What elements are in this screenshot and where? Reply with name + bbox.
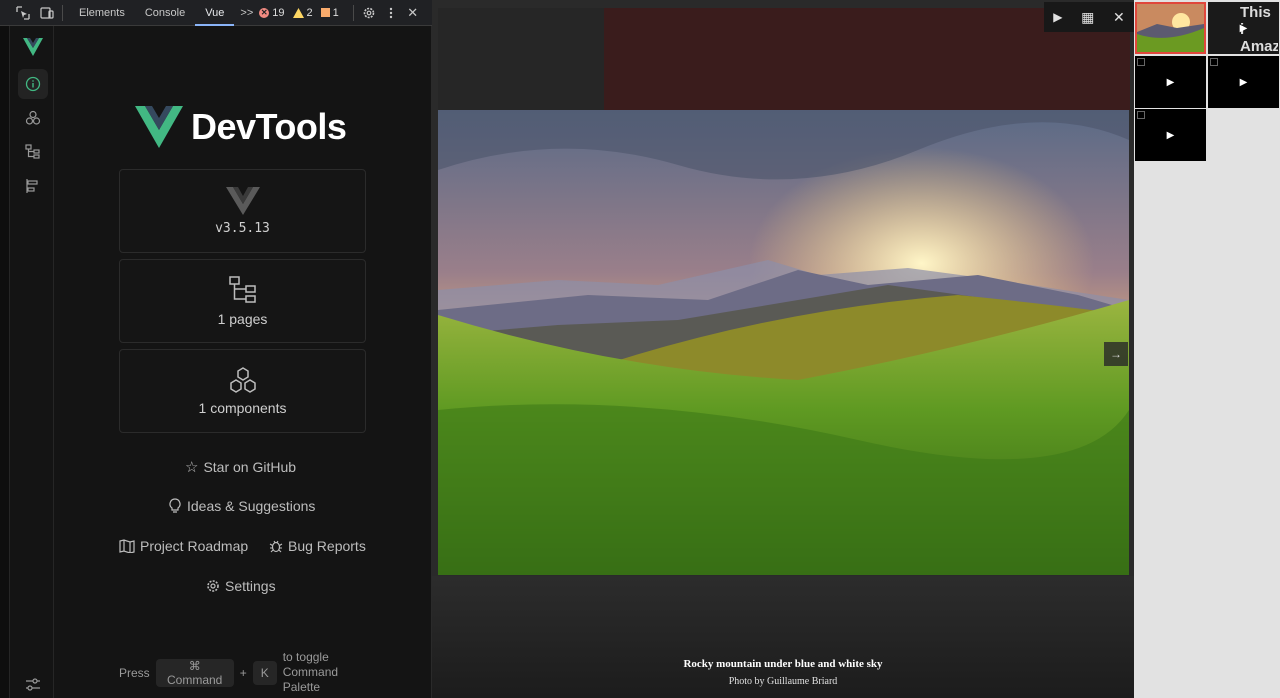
map-icon <box>119 539 135 553</box>
toggle-hint: to toggle Command Palette <box>282 650 339 694</box>
image-viewer: ▶ ▦ ✕ → Rocky mountain under blue and wh… <box>432 0 1134 698</box>
vue-logo-gray-icon <box>225 186 260 215</box>
command-key-label: Command <box>167 672 223 687</box>
main-photo <box>438 110 1129 575</box>
settings-sliders-icon[interactable] <box>18 670 48 698</box>
bug-reports-label: Bug Reports <box>288 538 366 554</box>
components-count: 1 components <box>198 400 287 416</box>
more-tabs-button[interactable]: >> <box>234 0 259 26</box>
thumbnail-mountain[interactable] <box>1135 2 1206 54</box>
pages-tree-icon[interactable] <box>18 137 48 167</box>
devtools-panel: Elements Console Vue >> ✕ 19 2 1 ✕ DevTo… <box>0 0 432 698</box>
star-on-github-link[interactable]: ☆ Star on GitHub <box>185 458 296 476</box>
vue-overview: DevTools v3.5.13 1 pages 1 components ☆ … <box>55 26 431 698</box>
overview-info-icon[interactable] <box>18 69 48 99</box>
play-icon: ▶ <box>1239 76 1248 88</box>
press-label: Press <box>119 665 150 680</box>
left-edge-strip <box>0 26 10 698</box>
k-key: K <box>252 660 277 685</box>
ideas-suggestions-label: Ideas & Suggestions <box>187 498 316 514</box>
components-icon[interactable] <box>18 103 48 133</box>
vue-sidebar <box>10 26 54 698</box>
close-devtools-icon[interactable]: ✕ <box>404 4 422 22</box>
viewer-toolbar: ▶ ▦ ✕ <box>1044 2 1134 32</box>
broken-image-icon <box>1137 111 1145 119</box>
settings-link[interactable]: Settings <box>206 578 276 594</box>
play-icon: ▶ <box>1239 22 1248 34</box>
lightbulb-icon <box>169 498 181 513</box>
project-roadmap-link[interactable]: Project Roadmap <box>119 538 248 554</box>
device-toolbar-icon[interactable] <box>38 4 56 22</box>
close-viewer-icon[interactable]: ✕ <box>1113 9 1125 26</box>
thumbnail-video-amazing[interactable]: This i Amazi ▶ <box>1208 2 1279 54</box>
project-roadmap-label: Project Roadmap <box>140 538 249 554</box>
error-count-badge[interactable]: ✕ 19 <box>259 6 285 19</box>
error-icon: ✕ <box>259 7 270 18</box>
components-card[interactable]: 1 components <box>119 349 366 433</box>
thumbnail-grid: This i Amazi ▶ ▶ ▶ ▶ <box>1134 0 1280 698</box>
devtools-logo: DevTools <box>135 106 347 148</box>
command-palette-hint: Press ⌘ Command + K to toggle Command Pa… <box>119 650 347 695</box>
broken-image-icon <box>1210 58 1218 66</box>
grid-view-icon[interactable]: ▦ <box>1081 9 1094 26</box>
star-icon: ☆ <box>185 459 199 476</box>
settings-label: Settings <box>225 578 276 594</box>
next-arrow-button[interactable]: → <box>1104 342 1128 366</box>
bug-icon <box>269 540 283 553</box>
slideshow-play-icon[interactable]: ▶ <box>1053 10 1062 24</box>
pages-card[interactable]: 1 pages <box>119 259 366 343</box>
vue-logo-icon <box>135 106 183 148</box>
version-card: v3.5.13 <box>119 169 366 253</box>
devtools-logo-text: DevTools <box>191 106 347 147</box>
inspect-element-icon[interactable] <box>14 4 32 22</box>
tab-console[interactable]: Console <box>135 0 195 26</box>
tab-vue[interactable]: Vue <box>195 0 235 26</box>
vue-version: v3.5.13 <box>215 220 270 236</box>
divider <box>62 4 63 21</box>
screen: Elements Console Vue >> ✕ 19 2 1 ✕ DevTo… <box>0 0 1280 698</box>
thumbnail-video[interactable]: ▶ <box>1135 56 1206 108</box>
plus-label: + <box>239 665 247 680</box>
error-count: 19 <box>272 6 285 19</box>
issues-flag-icon <box>320 8 330 17</box>
issues-count: 1 <box>332 6 339 19</box>
divider <box>352 4 354 21</box>
command-symbol: ⌘ <box>188 658 201 673</box>
caption-area: Rocky mountain under blue and white sky … <box>432 576 1134 698</box>
prev-image-strip-left <box>438 8 604 110</box>
play-icon: ▶ <box>1166 76 1175 88</box>
components-icon <box>229 367 256 393</box>
caption-title: Rocky mountain under blue and white sky <box>683 658 883 670</box>
caption-credit: Photo by Guillaume Briard <box>728 676 838 687</box>
vue-logo-icon <box>18 32 48 62</box>
star-on-github-label: Star on GitHub <box>203 459 297 475</box>
tab-elements[interactable]: Elements <box>69 0 135 26</box>
command-key: ⌘ Command <box>155 658 234 687</box>
pages-count: 1 pages <box>217 311 268 327</box>
warning-count: 2 <box>306 6 313 19</box>
devtools-tabbar: Elements Console Vue >> ✕ 19 2 1 ✕ <box>0 0 432 26</box>
settings-gear-icon <box>207 580 219 592</box>
settings-gear-icon[interactable] <box>360 4 378 22</box>
warning-count-badge[interactable]: 2 <box>292 6 313 19</box>
pages-tree-icon <box>228 276 256 303</box>
timeline-icon[interactable] <box>18 171 48 201</box>
thumbnail-video[interactable]: ▶ <box>1135 109 1206 161</box>
broken-image-icon <box>1137 58 1145 66</box>
play-icon: ▶ <box>1166 129 1175 141</box>
issues-count-badge[interactable]: 1 <box>320 6 339 19</box>
more-options-icon[interactable] <box>382 4 400 22</box>
thumbnail-video[interactable]: ▶ <box>1208 56 1279 108</box>
warning-icon <box>292 7 304 18</box>
ideas-suggestions-link[interactable]: Ideas & Suggestions <box>168 498 315 514</box>
bug-reports-link[interactable]: Bug Reports <box>269 538 366 554</box>
